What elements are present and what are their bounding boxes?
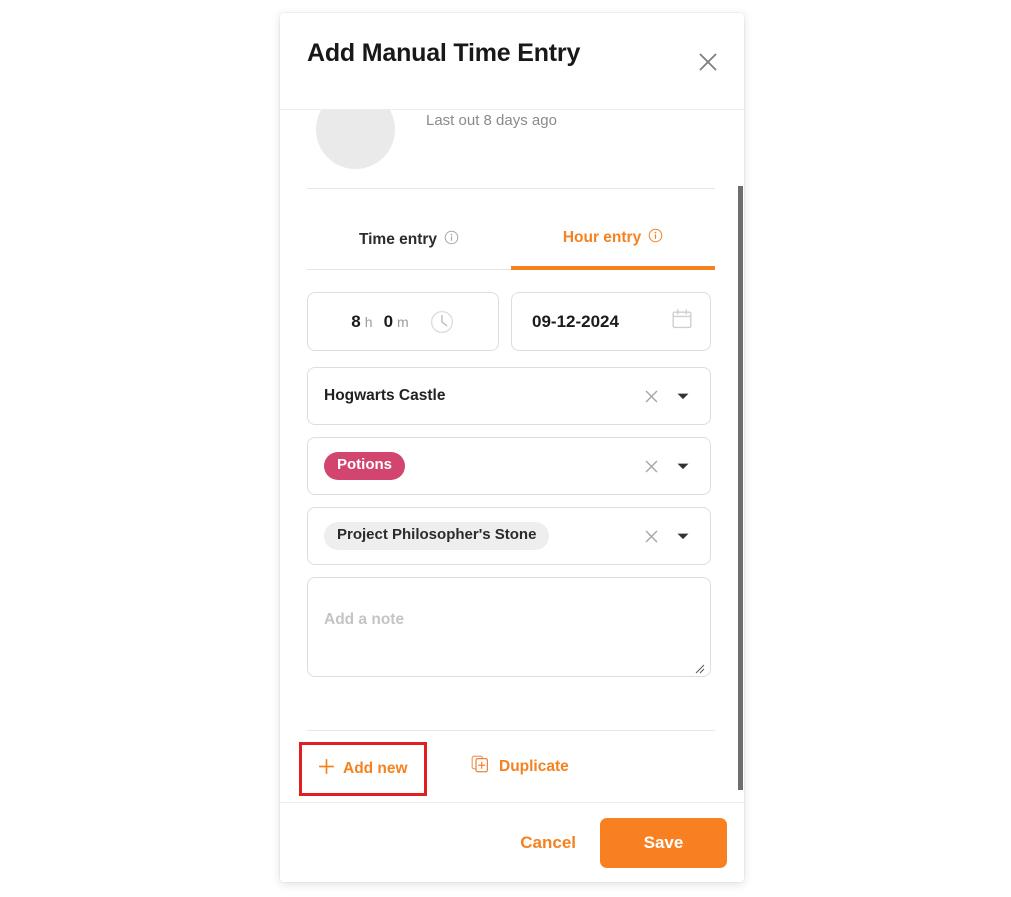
tag-select[interactable]: Potions xyxy=(307,437,711,495)
info-icon[interactable] xyxy=(444,230,459,250)
tab-time-entry[interactable]: Time entry xyxy=(307,210,511,270)
date-value[interactable]: 09-12-2024 xyxy=(532,312,670,332)
duration-hours-value[interactable]: 8 xyxy=(351,312,360,332)
last-out-label: Last out 8 days ago xyxy=(426,112,557,129)
save-button[interactable]: Save xyxy=(600,817,727,868)
note-field[interactable]: Add a note xyxy=(307,577,711,677)
modal-scrollbar[interactable] xyxy=(735,186,744,802)
profile-row: Last out 8 days ago xyxy=(280,110,744,178)
close-icon[interactable] xyxy=(693,47,723,77)
chevron-down-icon[interactable] xyxy=(670,453,696,479)
page-title: Add Manual Time Entry xyxy=(307,39,581,67)
date-inner: 09-12-2024 xyxy=(512,293,710,350)
modal-footer: Cancel Save xyxy=(280,802,744,882)
duration-hours-unit: h xyxy=(364,313,373,330)
tab-hour-entry-label: Hour entry xyxy=(562,229,642,246)
modal-body: Last out 8 days ago Time entry Hour entr… xyxy=(280,110,744,802)
entry-type-tabs: Time entry Hour entry xyxy=(307,210,715,270)
calendar-icon[interactable] xyxy=(670,307,694,336)
add-manual-time-entry-modal: Last out 8 days ago Time entry Hour entr… xyxy=(280,13,744,882)
duration-minutes-unit: m xyxy=(397,313,409,330)
avatar xyxy=(316,110,395,169)
add-new-label: Add new xyxy=(343,760,408,777)
tag-select-inner: Potions xyxy=(308,438,710,494)
scrollbar-thumb[interactable] xyxy=(738,186,743,790)
project-chip: Project Philosopher's Stone xyxy=(324,522,550,550)
clear-project-icon[interactable] xyxy=(638,523,664,549)
project-select-value-wrap: Project Philosopher's Stone xyxy=(324,522,638,550)
info-icon[interactable] xyxy=(648,228,663,248)
divider-top xyxy=(307,188,715,189)
clock-icon[interactable] xyxy=(429,309,455,335)
divider-bottom xyxy=(307,730,715,731)
chevron-down-icon[interactable] xyxy=(670,383,696,409)
duplicate-icon xyxy=(471,755,489,778)
add-new-button[interactable]: Add new xyxy=(299,742,427,796)
note-placeholder: Add a note xyxy=(324,611,405,628)
customer-select-inner: Hogwarts Castle xyxy=(308,368,710,424)
project-select-inner: Project Philosopher's Stone xyxy=(308,508,710,564)
customer-select-value: Hogwarts Castle xyxy=(324,387,446,404)
modal-header: Add Manual Time Entry xyxy=(280,13,744,110)
customer-select[interactable]: Hogwarts Castle xyxy=(307,367,711,425)
cancel-button[interactable]: Cancel xyxy=(514,825,582,861)
resize-grip[interactable] xyxy=(694,661,705,674)
duplicate-button[interactable]: Duplicate xyxy=(471,755,569,778)
tag-chip: Potions xyxy=(324,452,405,480)
duration-field[interactable]: 8 h 0 m xyxy=(307,292,499,351)
project-select[interactable]: Project Philosopher's Stone xyxy=(307,507,711,565)
duplicate-label: Duplicate xyxy=(499,757,569,775)
tag-select-value-wrap: Potions xyxy=(324,452,638,480)
duration-minutes-value[interactable]: 0 xyxy=(384,312,393,332)
chevron-down-icon[interactable] xyxy=(670,523,696,549)
duration-inner: 8 h 0 m xyxy=(308,293,498,350)
plus-icon xyxy=(318,758,335,780)
clear-tag-icon[interactable] xyxy=(638,453,664,479)
tab-hour-entry[interactable]: Hour entry xyxy=(511,210,715,270)
date-field[interactable]: 09-12-2024 xyxy=(511,292,711,351)
tab-time-entry-label: Time entry xyxy=(358,230,438,248)
clear-customer-icon[interactable] xyxy=(638,383,664,409)
